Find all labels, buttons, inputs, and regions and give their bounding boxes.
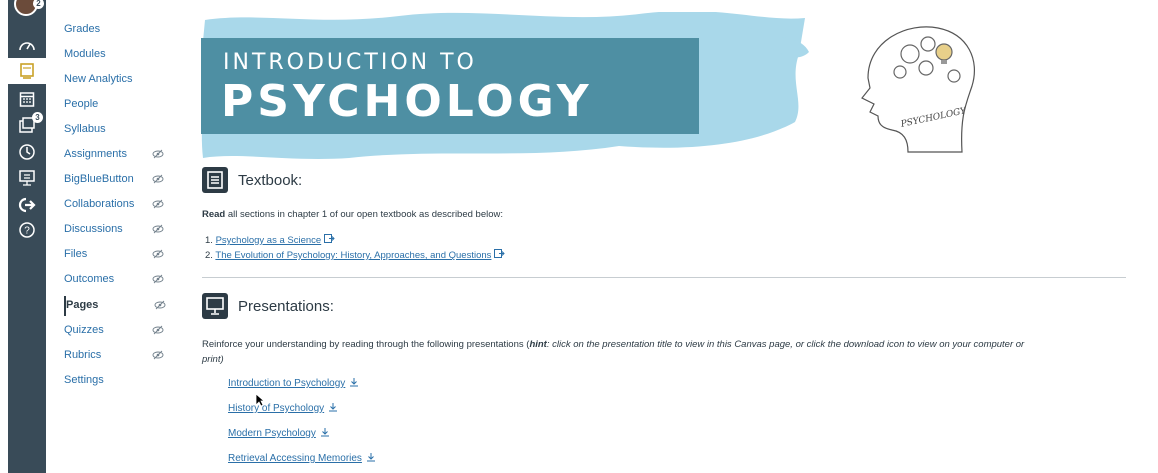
download-icon[interactable] bbox=[349, 377, 359, 387]
hidden-eye-icon bbox=[152, 274, 164, 284]
hidden-eye-icon bbox=[152, 149, 164, 159]
course-nav-item-discussions[interactable]: Discussions bbox=[64, 220, 174, 240]
course-nav-item-assignments[interactable]: Assignments bbox=[64, 145, 174, 165]
course-nav-label: New Analytics bbox=[64, 73, 133, 85]
course-nav-label: Pages bbox=[66, 299, 99, 311]
course-nav-label: Rubrics bbox=[64, 349, 102, 361]
external-link-icon bbox=[323, 234, 335, 243]
presentation-link-label: Introduction to Psychology bbox=[228, 378, 346, 389]
presentation-link-label: Modern Psychology bbox=[228, 428, 316, 439]
hidden-eye-icon bbox=[152, 199, 164, 209]
course-nav-label: Assignments bbox=[64, 148, 127, 160]
course-nav-label: Quizzes bbox=[64, 324, 104, 336]
course-nav-item-syllabus[interactable]: Syllabus bbox=[64, 120, 174, 140]
course-nav-item-rubrics[interactable]: Rubrics bbox=[64, 346, 174, 366]
course-nav-label: Syllabus bbox=[64, 123, 106, 135]
course-nav-label: Outcomes bbox=[64, 273, 115, 285]
presentation-link-label: History of Psychology bbox=[228, 403, 325, 414]
presentation-link-2[interactable]: History of Psychology bbox=[228, 402, 338, 414]
presentation-link-3[interactable]: Modern Psychology bbox=[228, 427, 330, 439]
intro-part-c: print) bbox=[202, 354, 224, 365]
course-nav-item-collaborations[interactable]: Collaborations bbox=[64, 195, 174, 215]
textbook-link-2[interactable]: The Evolution of Psychology: History, Ap… bbox=[215, 250, 491, 261]
account-badge: 2 bbox=[33, 0, 44, 9]
course-nav-item-pages[interactable]: Pages bbox=[64, 296, 174, 316]
presentation-link-1[interactable]: Introduction to Psychology bbox=[228, 377, 359, 389]
hidden-eye-icon bbox=[152, 325, 164, 335]
course-nav-label: Modules bbox=[64, 48, 106, 60]
hidden-eye-icon bbox=[152, 174, 164, 184]
banner-line1: INTRODUCTION TO bbox=[223, 50, 477, 75]
textbook-intro-bold: Read bbox=[202, 209, 226, 220]
hidden-eye-icon bbox=[154, 300, 166, 310]
intro-part-a: Reinforce your understanding by reading … bbox=[202, 339, 530, 350]
brain-head-illustration: PSYCHOLOGY bbox=[861, 26, 976, 153]
history-icon[interactable] bbox=[8, 140, 46, 164]
course-nav-item-grades[interactable]: Grades bbox=[64, 20, 174, 40]
course-nav-label: People bbox=[64, 98, 99, 110]
presentation-icon bbox=[202, 293, 228, 319]
mouse-cursor-icon bbox=[255, 393, 265, 407]
svg-text:?: ? bbox=[24, 226, 30, 237]
help-icon[interactable]: ? bbox=[8, 218, 46, 242]
presentations-intro: Reinforce your understanding by reading … bbox=[202, 337, 1132, 367]
left-edge bbox=[0, 0, 8, 473]
textbook-intro-text: all sections in chapter 1 of our open te… bbox=[225, 209, 504, 220]
presentation-link-4[interactable]: Retrieval Accessing Memories bbox=[228, 452, 376, 464]
course-nav-item-files[interactable]: Files bbox=[64, 245, 174, 265]
course-nav-item-new-analytics[interactable]: New Analytics bbox=[64, 70, 174, 90]
download-icon[interactable] bbox=[366, 452, 376, 462]
external-link-icon bbox=[494, 249, 505, 258]
course-nav-label: Collaborations bbox=[64, 198, 135, 210]
course-nav-item-quizzes[interactable]: Quizzes bbox=[64, 321, 174, 341]
item-number: 1. bbox=[205, 235, 213, 246]
course-nav-label: BigBlueButton bbox=[64, 173, 134, 185]
course-nav-label: Grades bbox=[64, 23, 101, 35]
textbook-link-1[interactable]: Psychology as a Science bbox=[216, 235, 322, 246]
intro-part-b: : click on the presentation title to vie… bbox=[546, 339, 1025, 350]
document-icon bbox=[202, 167, 228, 193]
course-banner: INTRODUCTION TO PSYCHOLOGY bbox=[201, 12, 809, 159]
hidden-eye-icon bbox=[152, 249, 164, 259]
course-nav-label: Discussions bbox=[64, 223, 123, 235]
course-nav-label: Files bbox=[64, 248, 88, 260]
textbook-title: Textbook: bbox=[238, 171, 303, 189]
inbox-badge: 3 bbox=[32, 112, 43, 123]
item-number: 2. bbox=[205, 250, 213, 261]
course-nav-item-bigbluebutton[interactable]: BigBlueButton bbox=[64, 170, 174, 190]
hidden-eye-icon bbox=[152, 224, 164, 234]
textbook-item-1: 1. Psychology as a Science bbox=[205, 234, 335, 246]
download-icon[interactable] bbox=[320, 427, 330, 437]
calendar-icon[interactable] bbox=[8, 87, 46, 111]
hidden-eye-icon bbox=[152, 350, 164, 360]
logout-icon[interactable] bbox=[8, 193, 46, 217]
section-divider bbox=[202, 277, 1126, 278]
course-nav-label: Settings bbox=[64, 374, 104, 386]
presentations-heading: Presentations: bbox=[202, 293, 334, 319]
presentation-link-label: Retrieval Accessing Memories bbox=[228, 453, 362, 464]
textbook-heading: Textbook: bbox=[202, 167, 302, 193]
dashboard-icon[interactable] bbox=[8, 34, 46, 58]
course-nav-item-outcomes[interactable]: Outcomes bbox=[64, 270, 174, 290]
course-nav-item-modules[interactable]: Modules bbox=[64, 45, 174, 65]
download-icon[interactable] bbox=[328, 402, 338, 412]
course-nav-item-settings[interactable]: Settings bbox=[64, 371, 174, 391]
course-nav-item-people[interactable]: People bbox=[64, 95, 174, 115]
textbook-intro: Read all sections in chapter 1 of our op… bbox=[202, 209, 503, 220]
studio-icon[interactable] bbox=[8, 166, 46, 190]
courses-icon[interactable] bbox=[8, 58, 46, 84]
textbook-item-2: 2. The Evolution of Psychology: History,… bbox=[205, 249, 505, 261]
global-nav: 2 3 ? bbox=[8, 0, 46, 473]
intro-hint: hint bbox=[529, 339, 547, 350]
banner-line2: PSYCHOLOGY bbox=[221, 76, 593, 127]
presentations-title: Presentations: bbox=[238, 297, 334, 315]
